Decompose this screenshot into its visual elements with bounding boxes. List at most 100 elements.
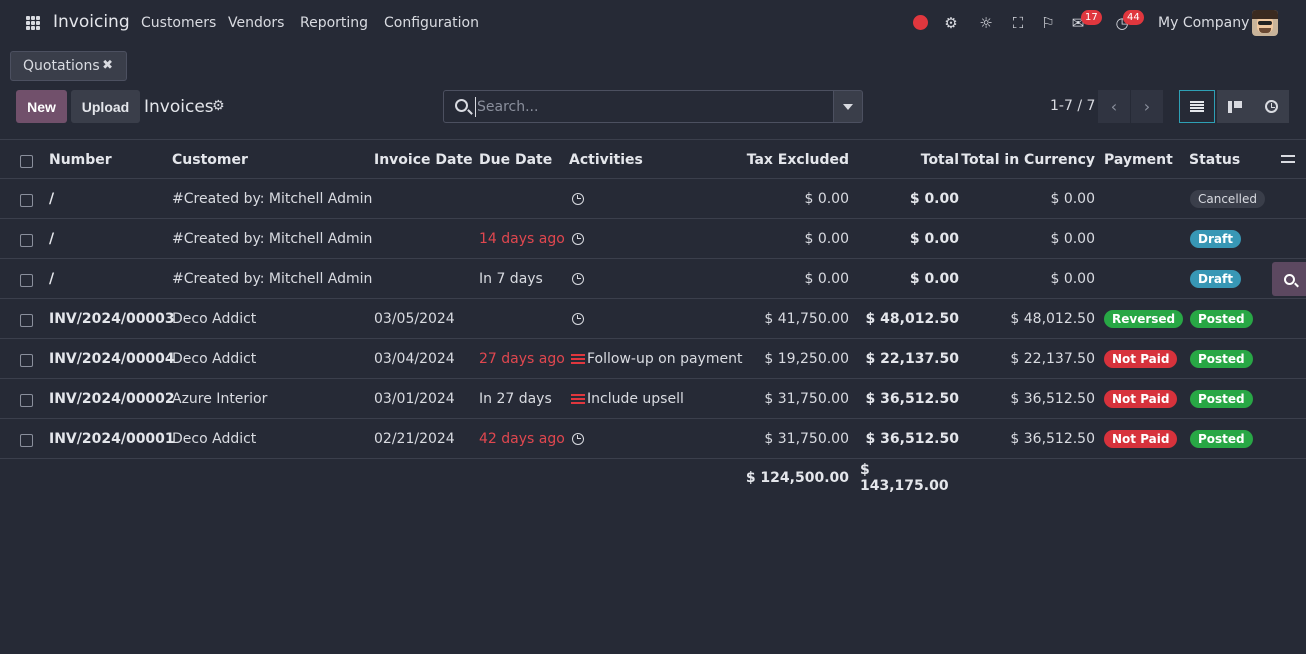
cell-activity[interactable] [572, 299, 584, 339]
row-checkbox[interactable] [20, 274, 33, 287]
table-row[interactable]: INV/2024/00004 Deco Addict 03/04/2024 27 da… [0, 339, 1306, 379]
cell-total: $ 0.00 [909, 191, 959, 207]
header-status[interactable]: Status [1189, 140, 1240, 180]
debug-icon[interactable]: ☼ [976, 13, 996, 33]
user-avatar[interactable] [1252, 10, 1278, 36]
bookmark-icon[interactable]: ⚐ [1038, 13, 1058, 33]
search-bar [443, 90, 834, 123]
search-input[interactable] [475, 97, 825, 117]
zoom-icon[interactable] [1272, 262, 1306, 296]
menu-configuration[interactable]: Configuration [384, 15, 479, 31]
app-name[interactable]: Invoicing [53, 12, 130, 32]
menu-reporting[interactable]: Reporting [300, 15, 368, 31]
cell-customer: #Created by: Mitchell Admin [172, 191, 373, 207]
kanban-view-button[interactable] [1217, 90, 1253, 123]
record-icon[interactable] [913, 15, 928, 30]
activity-view-button[interactable] [1253, 90, 1289, 123]
table-row[interactable]: INV/2024/00001 Deco Addict 02/21/2024 42 da… [0, 419, 1306, 459]
row-checkbox[interactable] [20, 434, 33, 447]
table-row[interactable]: / #Created by: Mitchell Admin In 7 days $ 0… [0, 259, 1306, 299]
pager-previous[interactable]: ‹ [1098, 90, 1130, 123]
email-activity-icon [571, 394, 585, 404]
cell-tax-excluded: $ 0.00 [804, 231, 849, 247]
cell-customer: #Created by: Mitchell Admin [172, 231, 373, 247]
cell-customer: Deco Addict [172, 431, 257, 447]
menu-customers[interactable]: Customers [141, 15, 216, 31]
payment-badge: Reversed [1104, 310, 1184, 328]
cell-status: Posted [1190, 299, 1253, 339]
cell-due-date: In 27 days [479, 391, 552, 407]
cell-number: / [49, 231, 55, 247]
menu-vendors[interactable]: Vendors [228, 15, 284, 31]
cell-activity[interactable] [572, 419, 584, 459]
cell-invoice-date: 03/04/2024 [374, 351, 455, 367]
cell-status: Cancelled [1190, 179, 1265, 219]
cell-total-currency: $ 22,137.50 [1010, 351, 1095, 367]
status-badge: Posted [1190, 310, 1253, 328]
filter-facet[interactable]: Quotations ✖ [10, 51, 127, 81]
activities-badge: 44 [1123, 10, 1144, 25]
search-icon [455, 99, 468, 112]
company-switcher[interactable]: My Company [1158, 15, 1249, 31]
upload-button[interactable]: Upload [71, 90, 140, 123]
page-title: Invoices [144, 97, 214, 117]
apps-menu-icon[interactable] [26, 16, 40, 30]
table-row[interactable]: INV/2024/00003 Deco Addict 03/05/2024 $ 41,… [0, 299, 1306, 339]
settings-icon[interactable]: ⚙ [941, 13, 961, 33]
row-checkbox[interactable] [20, 314, 33, 327]
clock-icon[interactable] [572, 313, 584, 325]
header-total[interactable]: Total [860, 140, 959, 180]
cell-activity[interactable] [572, 179, 584, 219]
language-icon[interactable]: ⛶ [1008, 13, 1028, 33]
optional-columns-icon[interactable] [1281, 153, 1295, 165]
cell-customer: Deco Addict [172, 351, 257, 367]
cell-status: Posted [1190, 419, 1253, 459]
cell-customer: #Created by: Mitchell Admin [172, 271, 373, 287]
cell-number: / [49, 271, 55, 287]
caret-down-icon [843, 103, 853, 110]
header-activities[interactable]: Activities [569, 140, 643, 180]
cell-activity[interactable]: Include upsell [571, 379, 684, 419]
cell-activity[interactable]: Follow-up on payment [571, 339, 742, 379]
close-icon[interactable]: ✖ [102, 58, 113, 73]
clock-icon[interactable] [572, 433, 584, 445]
header-customer[interactable]: Customer [172, 140, 248, 180]
cell-total: $ 48,012.50 [865, 311, 959, 327]
search-options-toggle[interactable] [833, 90, 863, 123]
total-tax-excluded: $ 124,500.00 [745, 470, 849, 486]
payment-badge: Not Paid [1104, 390, 1178, 408]
table-row[interactable]: / #Created by: Mitchell Admin 14 days ago $… [0, 219, 1306, 259]
cell-payment: Not Paid [1104, 339, 1178, 379]
header-number[interactable]: Number [49, 140, 112, 180]
row-checkbox[interactable] [20, 234, 33, 247]
gear-icon[interactable]: ⚙ [212, 98, 225, 114]
clock-icon[interactable] [572, 233, 584, 245]
row-checkbox[interactable] [20, 194, 33, 207]
header-payment[interactable]: Payment [1104, 140, 1173, 180]
new-button[interactable]: New [16, 90, 67, 123]
cell-due-date: 27 days ago [479, 351, 565, 367]
status-badge: Posted [1190, 350, 1253, 368]
cell-activity[interactable] [572, 259, 584, 299]
header-due-date[interactable]: Due Date [479, 140, 552, 180]
clock-icon[interactable] [572, 273, 584, 285]
clock-icon[interactable] [572, 193, 584, 205]
row-checkbox[interactable] [20, 354, 33, 367]
header-tax-excluded[interactable]: Tax Excluded [740, 140, 849, 180]
cell-total: $ 0.00 [909, 271, 959, 287]
cell-activity[interactable] [572, 219, 584, 259]
pager-value[interactable]: 1-7 / 7 [1050, 98, 1095, 114]
pager-next[interactable]: › [1131, 90, 1163, 123]
header-invoice-date[interactable]: Invoice Date [374, 140, 473, 180]
cell-tax-excluded: $ 31,750.00 [764, 431, 849, 447]
kanban-icon [1228, 100, 1242, 113]
table-row[interactable]: / #Created by: Mitchell Admin $ 0.00 $ 0.00… [0, 179, 1306, 219]
cell-tax-excluded: $ 41,750.00 [764, 311, 849, 327]
row-checkbox[interactable] [20, 394, 33, 407]
select-all-checkbox[interactable] [20, 155, 33, 168]
status-badge: Draft [1190, 230, 1241, 248]
cell-number: INV/2024/00002 [49, 391, 175, 407]
list-view-button[interactable] [1179, 90, 1215, 123]
table-row[interactable]: INV/2024/00002 Azure Interior 03/01/2024 In… [0, 379, 1306, 419]
header-total-currency[interactable]: Total in Currency [961, 140, 1095, 180]
